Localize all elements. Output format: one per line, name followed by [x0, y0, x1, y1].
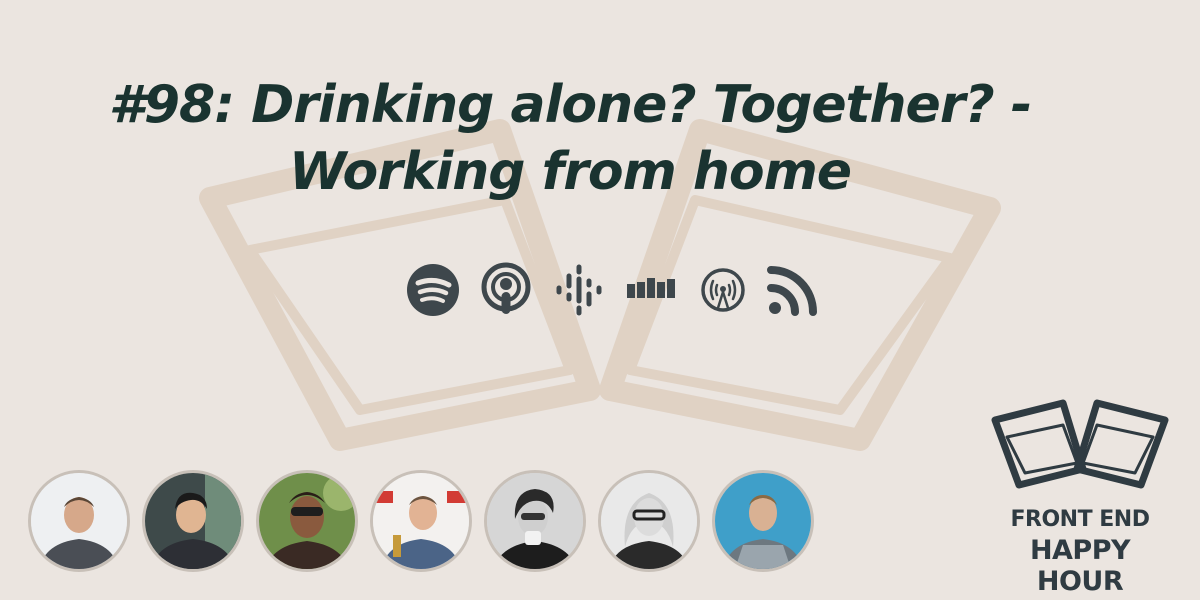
overcast-icon[interactable] — [699, 262, 747, 318]
brand-glasses-icon — [991, 399, 1169, 489]
castbox-icon[interactable] — [625, 262, 681, 318]
host-avatar-7 — [712, 470, 814, 572]
host-avatar-1 — [28, 470, 130, 572]
google-podcasts-icon[interactable] — [551, 262, 607, 318]
brand-logo: FRONT END HAPPY HOUR — [985, 395, 1175, 597]
brand-name-line-2: HAPPY HOUR — [1029, 535, 1131, 597]
apple-podcasts-icon[interactable] — [479, 262, 533, 318]
episode-title-line-1: #98: Drinking alone? Together? - — [108, 75, 1033, 135]
host-avatar-6 — [598, 470, 700, 572]
spotify-icon[interactable] — [405, 262, 461, 318]
brand-name-line-1: FRONT END — [1010, 507, 1150, 532]
host-avatar-4 — [370, 470, 472, 572]
host-avatar-3 — [256, 470, 358, 572]
episode-title-line-2: Working from home — [288, 141, 852, 202]
episode-title: #98: Drinking alone? Together? - Working… — [60, 72, 1080, 205]
platform-links — [405, 262, 835, 318]
rss-icon[interactable] — [765, 262, 821, 318]
host-avatar-5 — [484, 470, 586, 572]
host-avatar-2 — [142, 470, 244, 572]
